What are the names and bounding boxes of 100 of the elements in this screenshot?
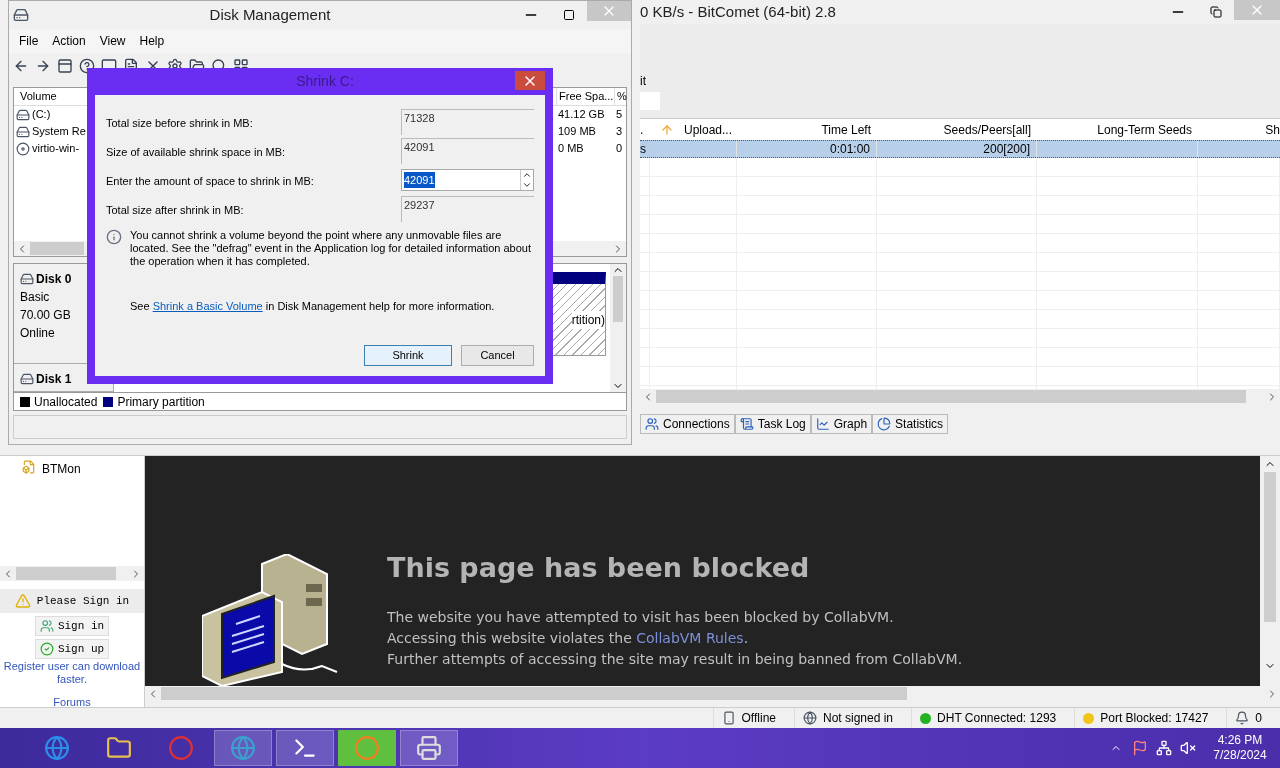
log-icon: [739, 417, 754, 431]
scroll-thumb[interactable]: [161, 687, 907, 700]
disk-info: Online: [20, 325, 56, 342]
field-label: Enter the amount of space to shrink in MB:: [106, 174, 315, 189]
vertical-scrollbar[interactable]: [610, 264, 626, 392]
legend-label: Primary partition: [117, 393, 205, 411]
column-header[interactable]: .: [640, 120, 644, 139]
scroll-thumb[interactable]: [16, 567, 116, 580]
readonly-field: 29237: [401, 196, 534, 222]
amount-spin-field[interactable]: 42091: [401, 169, 534, 191]
column-header[interactable]: %: [614, 88, 626, 105]
device-icon: [721, 711, 736, 725]
shrink-button[interactable]: Shrink: [364, 345, 452, 366]
printer-icon: [416, 735, 442, 761]
check-icon: [39, 642, 54, 656]
field-label: Total size before shrink in MB:: [106, 116, 254, 131]
drive-icon: [16, 124, 30, 139]
bell-icon: [1235, 711, 1250, 725]
menu-item[interactable]: Help: [139, 32, 165, 50]
forward-icon[interactable]: [35, 58, 51, 74]
page-text: Further attempts of accessing the site may result in being banned from CollabVM.: [387, 649, 963, 669]
spin-up-icon[interactable]: [521, 170, 533, 180]
stats-icon: [877, 417, 892, 431]
table-cell-text: s: [640, 141, 647, 158]
column-header[interactable]: Sh: [1265, 120, 1280, 139]
graph-icon: [815, 417, 830, 431]
help-text: See Shrink a Basic Volume in Disk Management help for more information.: [130, 299, 496, 314]
panel-icon[interactable]: [57, 58, 73, 74]
scroll-thumb[interactable]: [656, 390, 1246, 403]
column-header[interactable]: Volume: [14, 88, 84, 105]
notice-text: Please Sign in: [36, 593, 130, 609]
page-text: The website you have attempted to visit has been blocked by CollabVM.: [387, 607, 895, 627]
page-heading: This page has been blocked: [387, 551, 811, 585]
volume-name: System Re: [31, 124, 84, 140]
volume-name: (C:): [31, 107, 52, 123]
task-row[interactable]: s 0:01:00 200[200]: [640, 140, 1280, 158]
drive-icon: [16, 107, 30, 122]
menu-item[interactable]: Action: [52, 32, 86, 50]
column-header[interactable]: Free Spa...: [556, 88, 614, 105]
status-text: Not signed in: [823, 710, 895, 727]
disc-icon: [16, 141, 30, 156]
help-icon[interactable]: [79, 58, 95, 74]
toolbar-label: it: [640, 73, 647, 90]
close-button[interactable]: [515, 71, 545, 90]
page-text: Accessing this website violates the CollabVM Rules.: [387, 628, 750, 648]
info-icon: [106, 229, 122, 245]
sign-in-button[interactable]: Sign in: [34, 616, 110, 636]
status-text: DHT Connected: 1293: [937, 710, 1058, 727]
folder-icon: [106, 735, 132, 761]
percent-cell-text: 5: [615, 107, 624, 123]
taskbar-button[interactable]: [400, 730, 458, 766]
bottom-tab[interactable]: Connections: [640, 414, 735, 434]
horizontal-scrollbar[interactable]: [0, 566, 144, 581]
cancel-button[interactable]: Cancel: [461, 345, 534, 366]
status-text: Offline: [741, 710, 777, 727]
users-icon: [39, 619, 54, 633]
back-icon[interactable]: [13, 58, 29, 74]
free-space-cell-text: 41.12 GB: [557, 107, 606, 123]
percent-cell-text: 3: [615, 124, 624, 140]
rules-link[interactable]: CollabVM Rules: [636, 629, 744, 646]
partition-block[interactable]: rtition): [550, 272, 606, 356]
info-text: You cannot shrink a volume beyond the point where any unmovable files are located. See the "defrag" event in the Application log for detailed information about the operation when it has completed.: [130, 229, 533, 268]
bottom-tab[interactable]: Statistics: [872, 414, 949, 434]
network-icon[interactable]: [1156, 740, 1172, 756]
menu-item[interactable]: File: [19, 32, 39, 50]
disk-name: Disk 0: [36, 271, 72, 288]
column-header[interactable]: Upload...: [684, 120, 733, 139]
scroll-thumb[interactable]: [30, 242, 84, 255]
volume-name: virtio-win-: [31, 141, 81, 157]
help-link[interactable]: Shrink a Basic Volume: [152, 300, 263, 312]
column-header[interactable]: Long-Term Seeds: [1097, 120, 1192, 139]
forums-link[interactable]: Forums: [0, 694, 144, 711]
percent-cell-text: 0: [615, 141, 624, 157]
column-header[interactable]: Seeds/Peers[all]: [943, 120, 1031, 139]
bottom-tab[interactable]: Graph: [810, 414, 873, 434]
restore-icon[interactable]: [1210, 6, 1222, 18]
readonly-field: 42091: [401, 138, 534, 164]
clock-date: 7/28/2024: [1213, 748, 1267, 763]
spin-down-icon[interactable]: [521, 180, 533, 190]
maximize-icon[interactable]: [563, 9, 575, 21]
flag-icon[interactable]: [1132, 740, 1148, 756]
bottom-tab[interactable]: Task Log: [734, 414, 811, 434]
menu-item[interactable]: View: [99, 32, 126, 50]
field-label: Size of available shrink space in MB:: [106, 145, 287, 160]
field-value: 42091: [404, 171, 435, 189]
tree-item[interactable]: BTMon: [42, 460, 81, 478]
scroll-thumb[interactable]: [1264, 472, 1276, 622]
disk-info: 70.00 GB: [20, 307, 72, 324]
readonly-field: 71328: [401, 109, 534, 135]
free-space-cell-text: 0 MB: [557, 141, 585, 157]
legend-label: Unallocated: [34, 393, 98, 411]
speaker-muted-icon[interactable]: [1180, 740, 1196, 756]
sign-up-button[interactable]: Sign up: [34, 639, 110, 659]
scroll-thumb[interactable]: [613, 276, 623, 322]
register-link[interactable]: Register user can download faster.: [0, 660, 144, 686]
column-header[interactable]: Time Left: [821, 120, 871, 139]
taskbar-button[interactable]: [276, 730, 334, 766]
free-space-cell-text: 109 MB: [557, 124, 597, 140]
globe-icon: [803, 711, 817, 725]
field-label: Total size after shrink in MB:: [106, 203, 245, 218]
